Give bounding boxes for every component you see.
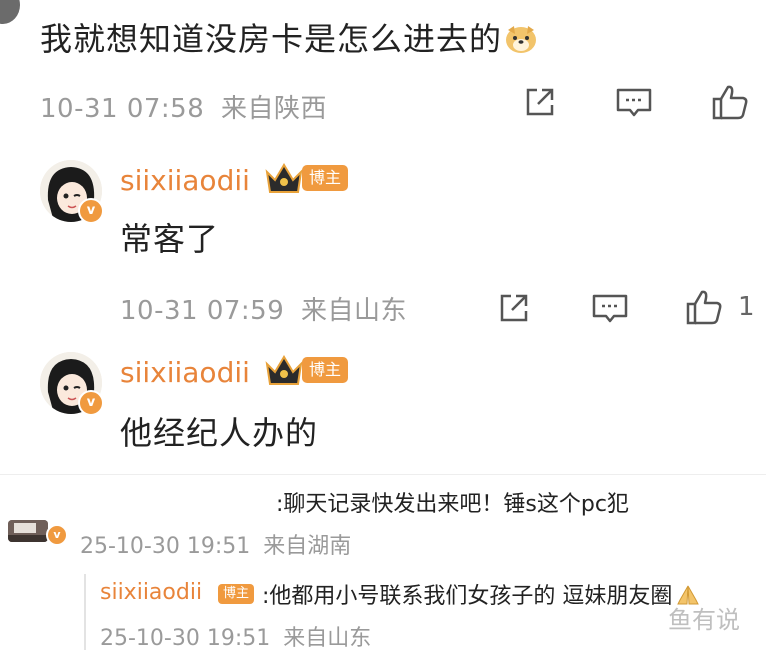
top-comment-time: 10-31 07:58 [40,94,205,124]
nested-username[interactable]: siixiiaodii [100,580,202,605]
verified-badge: v [78,198,104,224]
reply-text-body: 常客了 [120,220,220,258]
top-comment-text: 我就想知道没房卡是怎么进去的 [40,14,538,60]
thread-meta: 25-10-30 19:51 来自湖南 [80,528,351,560]
nested-author-badge-label: 博主 [218,584,255,604]
nested-reply-meta: 25-10-30 19:51 来自山东 [100,620,371,652]
nested-reply-bar [84,574,86,650]
nested-reply-text: :他都用小号联系我们女孩子的 逗妹朋友圈 [262,578,702,610]
nested-reply-body: :他都用小号联系我们女孩子的 逗妹朋友圈 [262,584,673,609]
comment-icon[interactable] [590,290,630,330]
share-icon[interactable] [496,290,532,330]
reply-meta: 10-31 07:59 来自山东 [120,290,407,327]
quote-text-body: :聊天记录快发出来吧！锤s这个pc犯 [276,492,629,517]
share-icon[interactable] [522,84,558,124]
like-count: 1 [738,292,755,322]
nested-author-badge: 博主 [218,582,255,604]
author-badge-label: 博主 [302,165,349,191]
reply-username[interactable]: siixiiaodii [120,164,250,197]
author-badge-label: 博主 [302,357,349,383]
reply-text: 他经纪人办的 [120,408,318,454]
like-icon[interactable] [710,82,750,126]
quote-text: :聊天记录快发出来吧！锤s这个pc犯 [276,486,629,518]
reply-username-text: siixiiaodii [120,164,250,197]
prev-avatar-fragment [0,0,20,24]
reply-text-body: 他经纪人办的 [120,414,319,452]
reply-text: 常客了 [120,214,219,260]
doge-emoji-icon [504,24,538,54]
reply-username-text: siixiiaodii [120,356,250,389]
crown-icon [264,352,304,392]
divider [0,474,766,475]
nested-username-text: siixiiaodii [100,580,203,605]
crown-icon [264,160,304,200]
top-comment-location: 来自陕西 [221,94,328,124]
reply-username[interactable]: siixiiaodii [120,356,250,389]
top-comment-meta: 10-31 07:58 来自陕西 [40,88,327,125]
author-badge: 博主 [302,165,349,191]
comment-icon[interactable] [614,84,654,124]
thread-time: 25-10-30 19:51 [80,534,251,559]
thread-location: 来自湖南 [263,534,352,559]
nested-reply-time: 25-10-30 19:51 [100,626,271,651]
like-icon[interactable] [684,287,724,331]
watermark: 鱼有说 [668,600,740,635]
nested-reply-location: 来自山东 [283,626,372,651]
author-badge: 博主 [302,357,349,383]
like-count-value: 1 [738,292,756,322]
reply-time: 10-31 07:59 [120,296,285,326]
top-comment-body: 我就想知道没房卡是怎么进去的 [40,20,503,58]
verified-badge: v [78,390,104,416]
watermark-text: 鱼有说 [668,606,740,634]
reply-location: 来自山东 [301,296,408,326]
thread-avatar[interactable] [8,520,48,542]
verified-badge: v [46,524,68,546]
